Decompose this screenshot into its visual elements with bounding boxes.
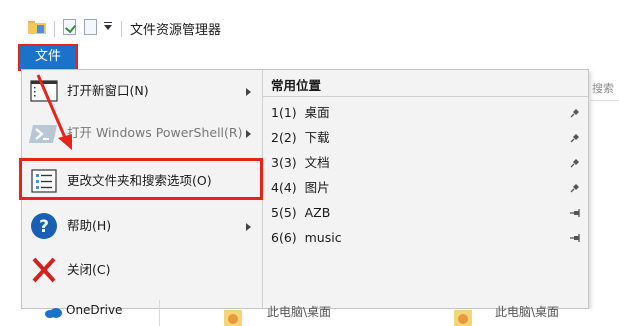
- pin-icon[interactable]: [569, 107, 581, 119]
- pane-divider: [159, 300, 160, 326]
- submenu-arrow-icon: [246, 88, 251, 96]
- properties-icon[interactable]: [63, 19, 76, 35]
- customize-line: [104, 22, 112, 23]
- frequent-place-item[interactable]: 1(1) 桌面: [271, 102, 581, 124]
- place-name: 图片: [304, 180, 330, 195]
- place-name: 文档: [304, 155, 330, 170]
- onedrive-cloud-icon: [45, 308, 62, 318]
- menu-item-powershell[interactable]: 打开 Windows PowerShell(R): [22, 115, 262, 151]
- place-number: 1(1): [271, 105, 297, 120]
- frequent-places-header: 常用位置: [271, 78, 322, 93]
- menu-item-label: 帮助(H): [67, 218, 112, 233]
- file-tab[interactable]: 文件: [18, 44, 78, 71]
- place-number: 4(4): [271, 180, 297, 195]
- menu-item-new-window[interactable]: 打开新窗口(N): [22, 73, 262, 109]
- place-number: 6(6): [271, 230, 297, 245]
- submenu-arrow-icon: [246, 130, 251, 138]
- powershell-icon: [29, 125, 57, 143]
- menu-item-close[interactable]: 关闭(C): [22, 252, 262, 288]
- pin-icon[interactable]: [569, 132, 581, 144]
- svg-text:?: ?: [39, 217, 49, 237]
- pin-icon[interactable]: [569, 182, 581, 194]
- file-thumbnail-icon[interactable]: [452, 308, 474, 326]
- search-hint[interactable]: 搜索: [592, 80, 614, 96]
- toolbar-separator: [54, 21, 55, 37]
- place-name: music: [304, 230, 342, 245]
- close-icon: [32, 257, 56, 283]
- help-icon: ?: [31, 213, 57, 239]
- file-path: 此电脑\桌面: [495, 305, 560, 319]
- new-folder-icon[interactable]: [84, 19, 97, 35]
- new-window-icon: [30, 80, 58, 102]
- menu-item-label: 打开 Windows PowerShell(R): [67, 125, 243, 140]
- frequent-place-item[interactable]: 6(6) music: [271, 227, 581, 249]
- frequent-place-item[interactable]: 2(2) 下载: [271, 127, 581, 149]
- unpinned-icon[interactable]: [569, 207, 581, 219]
- folder-icon[interactable]: [28, 20, 46, 34]
- nav-item-onedrive[interactable]: OneDrive: [66, 303, 122, 317]
- divider: [590, 100, 619, 101]
- file-path: 此电脑\桌面: [267, 305, 332, 319]
- window-title: 文件资源管理器: [130, 23, 222, 38]
- pin-icon[interactable]: [569, 157, 581, 169]
- place-number: 3(3): [271, 155, 297, 170]
- frequent-place-item[interactable]: 4(4) 图片: [271, 177, 581, 199]
- place-name: 下载: [304, 130, 330, 145]
- menu-item-label: 打开新窗口(N): [67, 83, 149, 98]
- place-number: 2(2): [271, 130, 297, 145]
- place-name: 桌面: [304, 105, 330, 120]
- menu-item-help[interactable]: ? 帮助(H): [22, 208, 262, 244]
- unpinned-icon[interactable]: [569, 232, 581, 244]
- customize-toolbar-chevron-icon[interactable]: [104, 25, 112, 30]
- title-bar: 文件资源管理器: [0, 0, 619, 48]
- submenu-arrow-icon: [246, 223, 251, 231]
- menu-item-label: 关闭(C): [67, 262, 111, 277]
- file-thumbnail-icon[interactable]: [222, 308, 244, 326]
- place-name: AZB: [304, 205, 331, 220]
- frequent-place-item[interactable]: 3(3) 文档: [271, 152, 581, 174]
- place-number: 5(5): [271, 205, 297, 220]
- toolbar-separator: [121, 21, 122, 37]
- header-divider: [263, 96, 588, 97]
- annotation-highlight: [19, 158, 263, 200]
- frequent-place-item[interactable]: 5(5) AZB: [271, 202, 581, 224]
